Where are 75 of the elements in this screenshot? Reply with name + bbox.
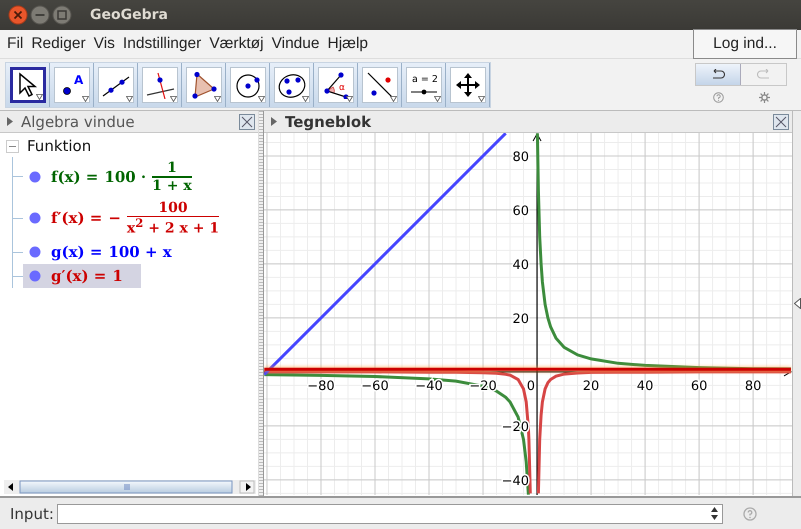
dropdown-icon: [170, 96, 176, 102]
dropdown-icon: [258, 96, 264, 102]
dropdown-icon: [390, 96, 396, 102]
tool-button[interactable]: [446, 62, 490, 106]
maximize-icon[interactable]: [52, 5, 72, 25]
visibility-dot-icon[interactable]: [29, 212, 41, 224]
dropdown-icon: [82, 96, 88, 102]
function-curve[interactable]: [264, 133, 507, 376]
visibility-dot-icon[interactable]: [29, 270, 41, 282]
tool-button[interactable]: [226, 62, 270, 106]
visibility-dot-icon[interactable]: [29, 246, 41, 258]
input-field[interactable]: [56, 504, 723, 524]
tick-label: 0: [526, 378, 536, 394]
perpendicular-line-icon: [144, 70, 174, 98]
expand-triangle-icon[interactable]: [7, 117, 13, 126]
tick-label: −60: [361, 378, 389, 394]
tick-label: 60: [512, 204, 530, 219]
close-icon[interactable]: [8, 5, 28, 25]
panel-title: Algebra vindue: [21, 112, 135, 130]
panel-title: Tegneblok: [285, 112, 372, 130]
tick-label: 80: [512, 150, 530, 165]
dropdown-icon: [36, 94, 42, 100]
tool-button[interactable]: [138, 62, 182, 106]
group-label[interactable]: Funktion: [27, 137, 92, 155]
tool-button[interactable]: a = 2: [402, 62, 446, 106]
menu-item[interactable]: Vis: [94, 35, 115, 53]
help-icon[interactable]: [712, 92, 724, 103]
tool-button[interactable]: [6, 62, 50, 106]
tick-label: 20: [512, 312, 530, 327]
settings-icon[interactable]: [758, 92, 770, 103]
menu-item[interactable]: Fil: [7, 35, 24, 53]
spinner-icon[interactable]: [710, 507, 718, 520]
function-curve[interactable]: [264, 370, 792, 495]
menu-item[interactable]: Værktøj: [209, 35, 264, 53]
undo-arrow-icon: [710, 68, 726, 80]
tick-label: −40: [415, 378, 443, 394]
dropdown-icon: [214, 96, 220, 102]
tool-button[interactable]: [358, 62, 402, 106]
expand-triangle-icon[interactable]: [794, 298, 800, 309]
tool-button[interactable]: [270, 62, 314, 106]
undo-button[interactable]: [696, 64, 741, 85]
reflect-icon: [364, 70, 394, 98]
tick-label: 80: [744, 378, 762, 394]
tool-button[interactable]: [94, 62, 138, 106]
tick-label: 40: [512, 258, 530, 273]
dropdown-icon: [478, 96, 484, 102]
tick-label: 20: [582, 378, 600, 394]
collapse-icon[interactable]: [6, 140, 19, 152]
tool-button[interactable]: A: [50, 62, 94, 106]
menu-item[interactable]: Indstillinger: [122, 35, 202, 53]
dropdown-icon: [126, 96, 132, 102]
window-title: GeoGebra: [90, 7, 168, 23]
login-button[interactable]: Log ind...: [693, 29, 797, 59]
menu-item[interactable]: Rediger: [31, 35, 86, 53]
algebra-item[interactable]: g′(x) = 1: [23, 264, 141, 288]
algebra-item[interactable]: f′(x) = − 100 x$^{2}$ + 2 x + 1: [23, 196, 238, 240]
close-icon[interactable]: [239, 114, 255, 130]
input-label: Input:: [10, 504, 54, 522]
dropdown-icon: [434, 96, 440, 102]
redo-arrow-icon: [756, 68, 772, 80]
close-icon[interactable]: [773, 114, 789, 130]
tool-button[interactable]: α: [314, 62, 358, 106]
expand-triangle-icon[interactable]: [271, 117, 277, 126]
dropdown-icon: [346, 96, 352, 102]
tick-label: 40: [636, 378, 654, 394]
tool-button[interactable]: [182, 62, 226, 106]
menu-item[interactable]: Hjælp: [328, 35, 368, 53]
dropdown-icon: [302, 96, 308, 102]
minimize-icon[interactable]: [30, 5, 50, 25]
tick-label: 60: [690, 378, 708, 394]
horizontal-scrollbar[interactable]: [4, 480, 256, 494]
visibility-dot-icon[interactable]: [29, 170, 41, 183]
menu-item[interactable]: Vindue: [272, 35, 320, 53]
tick-label: −80: [307, 378, 335, 394]
algebra-item[interactable]: g(x) = 100 + x: [23, 240, 190, 264]
